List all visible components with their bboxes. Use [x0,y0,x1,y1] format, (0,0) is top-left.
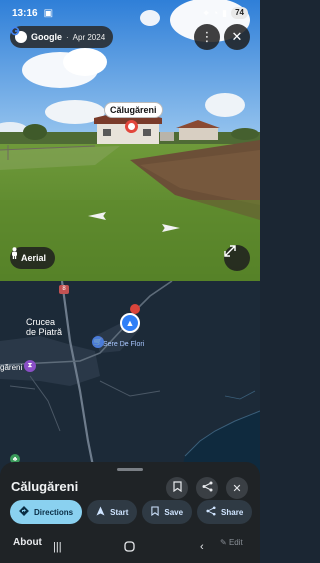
close-icon: ✕ [232,482,242,495]
map-label-village[interactable]: Crucea de Piatră [26,317,62,337]
aerial-button[interactable]: Aerial [10,247,56,269]
navigation-arrow-icon [96,506,105,518]
wifi-icon: ◔ [212,8,219,18]
provider-name: Google [31,32,62,42]
more-options-button[interactable]: ⋮ [194,24,220,50]
share-icon [202,481,213,495]
directions-label: Directions [34,507,74,517]
bookmark-icon [151,506,160,518]
share-button[interactable]: Share [197,500,253,524]
expand-street-view-button[interactable] [224,245,250,271]
place-title: Călugăreni [11,479,79,494]
status-bar: 13:16 ▣ ⌖ ◔ ▮ 74 [0,0,260,26]
back-button[interactable]: ‹ [200,541,204,553]
battery-badge: 74 [231,7,248,19]
current-location-arrow-icon: ▲ [120,313,140,333]
more-vert-icon: ⋮ [200,29,214,44]
share-icon [206,506,216,518]
share-button-top[interactable] [196,477,218,499]
save-button[interactable]: Save [142,500,193,524]
directions-button[interactable]: Directions [10,500,83,524]
bookmark-button[interactable] [166,477,188,499]
aerial-label: Aerial [21,253,47,263]
edit-button[interactable]: ✎ Edit [220,538,243,547]
sheet-drag-handle[interactable] [117,468,143,471]
status-time: 13:16 [12,7,38,19]
street-view-panorama[interactable]: 13:16 ▣ ⌖ ◔ ▮ 74 Google · Apr 2024 ⋮ ✕ C… [0,0,260,281]
place-pin-icon[interactable] [125,120,138,133]
share-label: Share [221,507,244,517]
directions-icon [19,506,29,518]
chip-separator: · [66,32,69,42]
bookmark-icon [172,481,182,495]
close-icon: ✕ [231,29,243,44]
start-label: Start [110,507,129,517]
action-buttons-row: Directions Start Save Share [10,500,253,524]
place-label[interactable]: Călugăreni [104,102,163,118]
screenshot-icon: ▣ [43,7,54,19]
close-sheet-button[interactable]: ✕ [226,477,248,499]
home-button[interactable] [124,541,135,555]
edit-label: Edit [228,538,243,547]
close-street-view-button[interactable]: ✕ [224,24,250,50]
hourglass-poi-icon[interactable]: ⧗ [24,360,36,372]
status-icons: ⌖ ◔ ▮ 74 [204,7,248,19]
pencil-icon: ✎ [220,538,227,547]
imagery-date: Apr 2024 [72,32,106,42]
imagery-date-chip[interactable]: Google · Apr 2024 [10,26,114,48]
signal-icon: ▮ [222,7,228,18]
save-label: Save [164,507,184,517]
google-logo-icon [10,26,27,43]
road-number-badge: 8 [59,285,69,294]
map-poi-store[interactable]: Sere De Flori [103,341,144,348]
recent-apps-button[interactable]: ||| [53,541,62,553]
location-status-icon: ⌖ [203,7,209,18]
start-button[interactable]: Start [87,500,138,524]
shopping-cart-icon[interactable]: 🛒 [92,336,104,348]
tab-about[interactable]: About [13,537,42,548]
map-label-left-edge[interactable]: găreni [0,363,22,373]
